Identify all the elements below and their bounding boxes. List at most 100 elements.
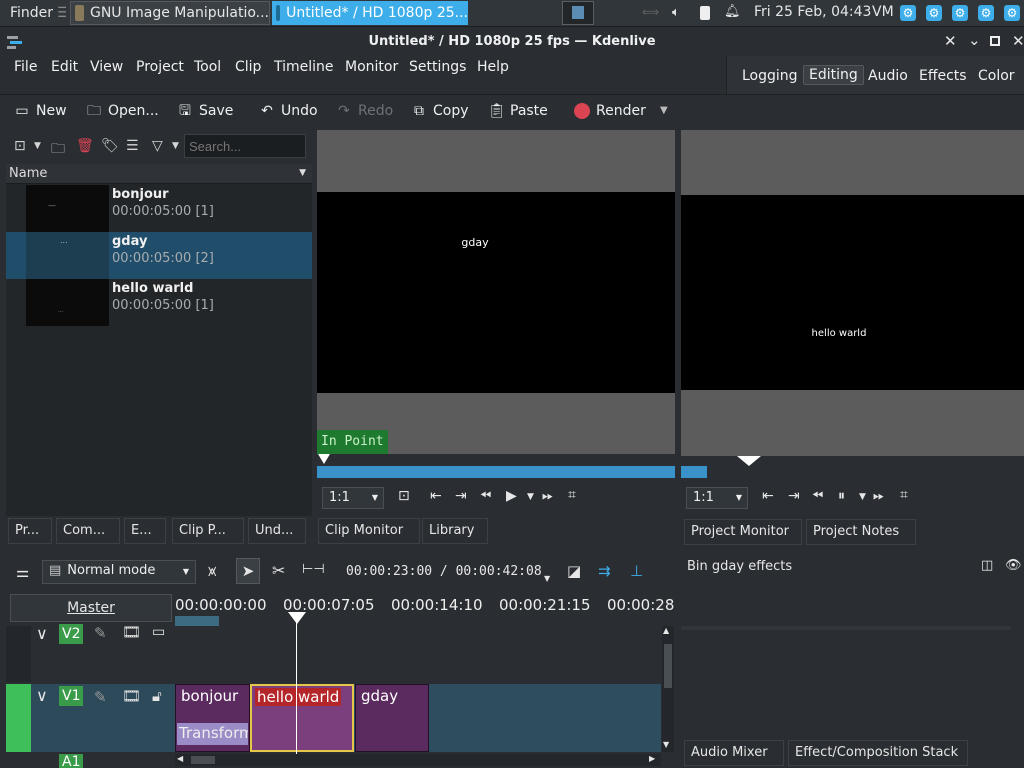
bin-clip-bonjour[interactable]: — bonjour 00:00:05:00 [1] [6, 185, 312, 232]
workspace-audio[interactable]: Audio [863, 67, 913, 85]
copy-button[interactable]: ⧉ Copy [411, 103, 469, 119]
add-folder-icon[interactable]: 🗀︎ [51, 138, 65, 162]
gear-icon[interactable]: ⚙ [1004, 5, 1020, 21]
film-icon[interactable]: 🎞︎ [122, 687, 141, 705]
workspace-logging[interactable]: Logging [737, 67, 803, 85]
crop-icon[interactable]: ⌗ [568, 487, 576, 503]
menu-help[interactable]: Help [477, 59, 509, 75]
track-header-v2[interactable]: ∨ V2 ✎ 🎞︎ ▭ [6, 623, 175, 682]
tag-icon[interactable]: 🏷︎ [101, 138, 119, 154]
film-icon[interactable]: 🎞︎ [122, 623, 141, 641]
track-header-v1[interactable]: ∨ V1 ✎ 🎞︎ 🔓︎ [6, 684, 175, 752]
bin-clip-hello-warld[interactable]: ... hello warld 00:00:05:00 [1] [6, 279, 312, 326]
collapse-icon[interactable]: ∨ [36, 624, 48, 643]
timeline-clip-gday[interactable]: gday [355, 684, 429, 752]
menu-clip[interactable]: Clip [235, 59, 261, 75]
insert-icon[interactable]: ⇉ [598, 562, 611, 580]
spacer-icon[interactable]: ⊢⊣ [302, 562, 325, 577]
tab-clip-monitor[interactable]: Clip Monitor [318, 518, 420, 544]
project-zoom-select[interactable]: 1:1 ▼ [686, 487, 748, 509]
clock[interactable]: Fri 25 Feb, 04:43 [754, 4, 871, 20]
paste-button[interactable]: 📋︎ Paste [488, 103, 548, 119]
forward-icon[interactable]: ⏩︎ [873, 488, 884, 504]
timeline-vertical-scrollbar[interactable]: ▲ ▼ [662, 626, 674, 752]
play-dropdown-icon[interactable]: ▼ [859, 492, 866, 502]
clip-monitor-ruler[interactable] [317, 454, 675, 478]
search-input[interactable] [184, 134, 306, 158]
menu-file[interactable]: File [14, 59, 37, 75]
timeline-horizontal-scrollbar[interactable]: ◀ ▶ [175, 754, 661, 766]
effect-icon[interactable]: ✎ [94, 688, 107, 706]
set-in-icon[interactable]: ⇤ [430, 488, 442, 504]
tab-project-notes[interactable]: Project Notes [806, 519, 916, 545]
sort-icon[interactable]: ▼ [299, 168, 306, 178]
timeline-clip-bonjour[interactable]: bonjour Transform [175, 684, 250, 752]
timeline-ruler[interactable]: 00:00:00:00 00:00:07:05 00:00:14:10 00:0… [175, 592, 675, 626]
timeline-clip-hello-warld[interactable]: hello warld [250, 684, 354, 752]
clip-monitor-video[interactable]: gday [317, 192, 675, 393]
master-button[interactable]: Master [10, 594, 172, 622]
razor-icon[interactable]: ✂ [272, 561, 285, 580]
track-name[interactable]: V2 [59, 624, 84, 644]
project-monitor[interactable]: hello warld [681, 130, 1024, 478]
menu-tool[interactable]: Tool [194, 59, 221, 75]
menu-project[interactable]: Project [136, 59, 184, 75]
column-header-name[interactable]: Name ▼ [6, 164, 312, 184]
user-label[interactable]: VM [872, 4, 894, 20]
save-button[interactable]: 🖫︎ Save [177, 103, 233, 119]
menu-timeline[interactable]: Timeline [274, 59, 334, 75]
add-clip-dropdown-icon[interactable]: ▼ [34, 141, 41, 151]
tab-library[interactable]: Library [422, 518, 488, 544]
scroll-down-icon[interactable]: ▼ [663, 740, 669, 749]
workspace-editing[interactable]: Editing [803, 65, 864, 85]
view-list-icon[interactable]: ☰ [126, 138, 139, 154]
split-view-icon[interactable]: ◪ [567, 562, 581, 580]
crop-icon[interactable]: ⌗ [900, 487, 908, 503]
menu-monitor[interactable]: Monitor [345, 59, 398, 75]
playhead-icon[interactable] [737, 456, 761, 466]
minimize-icon[interactable]: ⌄ [968, 31, 981, 49]
scroll-right-icon[interactable]: ▶ [649, 754, 655, 763]
select-tool-icon[interactable]: ➤ [236, 558, 260, 584]
gear-icon[interactable]: ⚙ [926, 5, 942, 21]
add-clip-icon[interactable]: ⊡ [14, 138, 26, 154]
filter-dropdown-icon[interactable]: ▼ [172, 141, 179, 151]
track-name[interactable]: A1 [59, 754, 84, 768]
set-out-icon[interactable]: ⇥ [455, 488, 467, 504]
set-in-icon[interactable]: ⇤ [762, 488, 774, 504]
timecode-dropdown-icon[interactable]: ▼ [544, 574, 550, 583]
task-gimp[interactable]: GNU Image Manipulatio... [70, 1, 270, 25]
forward-icon[interactable]: ⏩︎ [542, 488, 553, 504]
workspace-color[interactable]: Color [973, 67, 1020, 85]
tab-clip-properties[interactable]: Clip P... [172, 518, 244, 544]
new-button[interactable]: ▭ New [14, 103, 66, 119]
track-name[interactable]: V1 [59, 686, 84, 706]
scroll-thumb[interactable] [664, 644, 672, 688]
battery-icon[interactable] [700, 6, 710, 20]
tab-project-bin[interactable]: Pr... [8, 518, 52, 544]
overwrite-icon[interactable]: ⊥ [630, 562, 643, 580]
workspace-effects[interactable]: Effects [914, 67, 972, 85]
bin-clip-gday[interactable]: ... gday 00:00:05:00 [2] [6, 232, 312, 279]
tab-effect-composition-stack[interactable]: Effect/Composition Stack [788, 740, 968, 766]
track-header-a1[interactable]: A1 [6, 754, 175, 768]
collapse-icon[interactable]: ∨ [36, 686, 48, 705]
effect-icon[interactable]: ✎ [94, 624, 107, 642]
track-v2-area[interactable] [175, 626, 661, 682]
network-icon[interactable]: ⟺ [642, 5, 659, 19]
tab-effects[interactable]: E... [124, 518, 166, 544]
close-icon[interactable]: ✕ [1012, 32, 1024, 50]
project-monitor-ruler[interactable] [681, 456, 1024, 478]
gear-icon[interactable]: ⚙ [978, 5, 994, 21]
zone-bar[interactable] [175, 616, 219, 626]
lock-icon[interactable]: 🔓︎ [152, 687, 162, 705]
scroll-left-icon[interactable]: ◀ [177, 754, 183, 763]
lock-icon[interactable]: ▭ [152, 624, 165, 640]
pause-icon[interactable]: ⏸︎ [838, 488, 845, 504]
snap-icon[interactable]: ⩙ [208, 562, 216, 580]
settings-sliders-icon[interactable]: ⚌ [16, 563, 29, 581]
filter-icon[interactable]: ▽ [152, 138, 163, 154]
render-dropdown-icon[interactable]: ▼ [660, 105, 668, 116]
fullscreen-icon[interactable]: ⊡ [398, 488, 410, 504]
tab-undo-history[interactable]: Und... [248, 518, 306, 544]
